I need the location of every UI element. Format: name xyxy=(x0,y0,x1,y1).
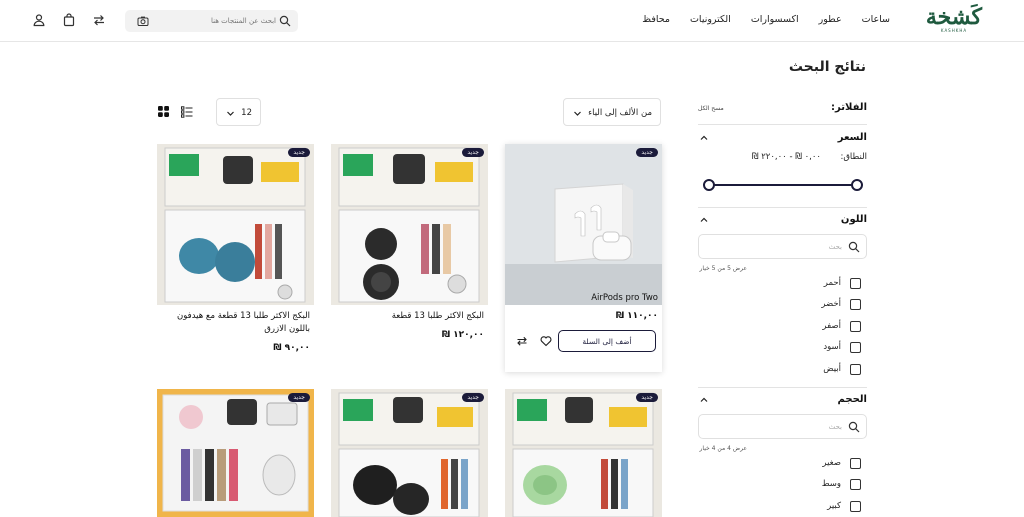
nav-item-perfumes[interactable]: عطور xyxy=(819,14,842,25)
search-icon xyxy=(848,421,860,433)
chevron-down-icon xyxy=(574,111,581,116)
camera-icon[interactable] xyxy=(137,15,149,27)
size-search-placeholder: بحث xyxy=(828,423,842,431)
search-icon[interactable] xyxy=(279,15,291,27)
size-option-checkbox[interactable] xyxy=(850,479,861,490)
color-option-checkbox[interactable] xyxy=(850,278,861,289)
price-slider-min-handle[interactable] xyxy=(703,179,715,191)
color-option-label: أحمر xyxy=(823,278,841,288)
product-image[interactable]: جديد xyxy=(331,389,488,517)
chevron-up-icon[interactable] xyxy=(700,396,708,404)
price-slider-max-handle[interactable] xyxy=(851,179,863,191)
sort-dropdown[interactable]: من الألف إلى الياء xyxy=(563,98,661,126)
divider xyxy=(698,124,867,125)
price-slider-track[interactable] xyxy=(708,184,858,186)
bundle-product-photo xyxy=(331,144,488,305)
brand-logo[interactable]: كَشخة KASHKHA xyxy=(926,6,982,34)
product-card[interactable]: جديد xyxy=(157,389,314,517)
product-price: ٩٠,٠٠ ₪ xyxy=(273,343,310,353)
per-page-value: 12 xyxy=(241,108,252,118)
cart-bag-icon[interactable] xyxy=(62,13,76,27)
color-search-placeholder: بحث xyxy=(828,243,842,251)
price-range-value: ٠,٠٠ ₪ - ٢٢٠,٠٠ ₪ xyxy=(751,152,821,162)
new-badge: جديد xyxy=(636,393,658,402)
heart-wishlist-icon[interactable] xyxy=(540,335,552,347)
size-options-count: عرض 4 من 4 خيار xyxy=(699,445,747,452)
price-filter-title[interactable]: السعر xyxy=(838,132,867,143)
new-badge: جديد xyxy=(636,148,658,157)
size-option-label: كبير xyxy=(827,501,841,511)
product-card[interactable]: جديد xyxy=(331,389,488,517)
logo-mark: كَشخة xyxy=(925,4,982,30)
color-options-count: عرض 5 من 5 خيار xyxy=(699,265,747,272)
nav-item-wallets[interactable]: محافظ xyxy=(642,14,670,25)
product-image[interactable]: جديد xyxy=(331,144,488,305)
product-price: ١١٠,٠٠ ₪ xyxy=(615,311,658,321)
chevron-up-icon[interactable] xyxy=(700,134,708,142)
search-icon xyxy=(848,241,860,253)
product-card[interactable]: جديد xyxy=(505,389,662,517)
grid-view-icon[interactable] xyxy=(158,106,169,117)
search-input[interactable] xyxy=(166,14,276,28)
product-card[interactable]: جديد البكج الاكثر طلبا 13 قطعة مع هيدفون… xyxy=(157,144,314,359)
color-option-checkbox[interactable] xyxy=(850,364,861,375)
size-option-checkbox[interactable] xyxy=(850,458,861,469)
new-badge: جديد xyxy=(288,393,310,402)
list-view-icon[interactable] xyxy=(181,106,193,118)
page-title: نتائج البحث xyxy=(788,59,866,75)
compare-icon[interactable] xyxy=(516,335,528,347)
nav-item-watches[interactable]: ساعات xyxy=(862,14,890,25)
product-name[interactable]: البكج الاكثر طلبا 13 قطعة xyxy=(336,310,484,323)
price-range-label: النطاق: xyxy=(840,152,867,162)
product-image[interactable]: جديد xyxy=(505,144,662,305)
color-option-label: أصفر xyxy=(822,321,841,331)
nav-item-accessories[interactable]: اكسسوارات xyxy=(751,14,799,25)
size-option-label: وسط xyxy=(821,479,841,489)
product-price: ١٢٠,٠٠ ₪ xyxy=(441,330,484,340)
bundle-watch-straps-photo xyxy=(157,389,314,517)
color-option-checkbox[interactable] xyxy=(850,321,861,332)
product-name[interactable]: AirPods pro Two xyxy=(510,292,658,305)
search-bar xyxy=(125,10,298,32)
new-badge: جديد xyxy=(288,148,310,157)
product-name[interactable]: البكج الاكثر طلبا 13 قطعة مع هيدفون بالل… xyxy=(160,310,310,336)
bundle-green-headphones-photo xyxy=(505,389,662,517)
new-badge: جديد xyxy=(462,148,484,157)
color-filter-title[interactable]: اللون xyxy=(841,214,867,225)
user-account-icon[interactable] xyxy=(32,13,46,27)
per-page-dropdown[interactable]: 12 xyxy=(216,98,261,126)
nav-item-electronics[interactable]: الكترونيات xyxy=(690,14,731,25)
divider xyxy=(698,207,867,208)
site-header: كَشخة KASHKHA ساعات عطور اكسسوارات الكتر… xyxy=(0,0,1024,42)
chevron-down-icon xyxy=(227,111,234,116)
color-option-label: أخضر xyxy=(821,299,841,309)
main-nav: ساعات عطور اكسسوارات الكترونيات محافظ xyxy=(622,14,890,25)
color-option-label: أسود xyxy=(823,342,841,352)
product-card[interactable]: جديد AirPods pro Two ١١٠,٠٠ ₪ أضف إلى ال… xyxy=(505,144,662,372)
color-option-label: أبيض xyxy=(823,364,841,374)
bundle-blue-headphones-photo xyxy=(157,144,314,305)
color-option-checkbox[interactable] xyxy=(850,299,861,310)
chevron-up-icon[interactable] xyxy=(700,216,708,224)
new-badge: جديد xyxy=(462,393,484,402)
add-to-cart-button[interactable]: أضف إلى السلة xyxy=(558,330,656,352)
product-card[interactable]: جديد البكج الاكثر طلبا 13 قطعة ١٢٠,٠٠ ₪ xyxy=(331,144,488,354)
product-image[interactable]: جديد xyxy=(157,144,314,305)
airpods-product-photo xyxy=(505,144,662,305)
product-image[interactable]: جديد xyxy=(505,389,662,517)
compare-icon[interactable] xyxy=(92,13,106,27)
size-filter-search[interactable]: بحث xyxy=(698,414,867,439)
size-option-checkbox[interactable] xyxy=(850,501,861,512)
size-filter-title[interactable]: الحجم xyxy=(838,394,867,405)
filters-heading: الفلاتر: xyxy=(831,102,867,113)
sort-dropdown-value: من الألف إلى الياء xyxy=(588,108,652,118)
product-image[interactable]: جديد xyxy=(157,389,314,517)
bundle-black-headphones-photo xyxy=(331,389,488,517)
size-option-label: صغير xyxy=(822,458,841,468)
color-filter-search[interactable]: بحث xyxy=(698,234,867,259)
color-option-checkbox[interactable] xyxy=(850,342,861,353)
clear-all-filters-link[interactable]: مسح الكل xyxy=(698,105,724,112)
divider xyxy=(698,387,867,388)
